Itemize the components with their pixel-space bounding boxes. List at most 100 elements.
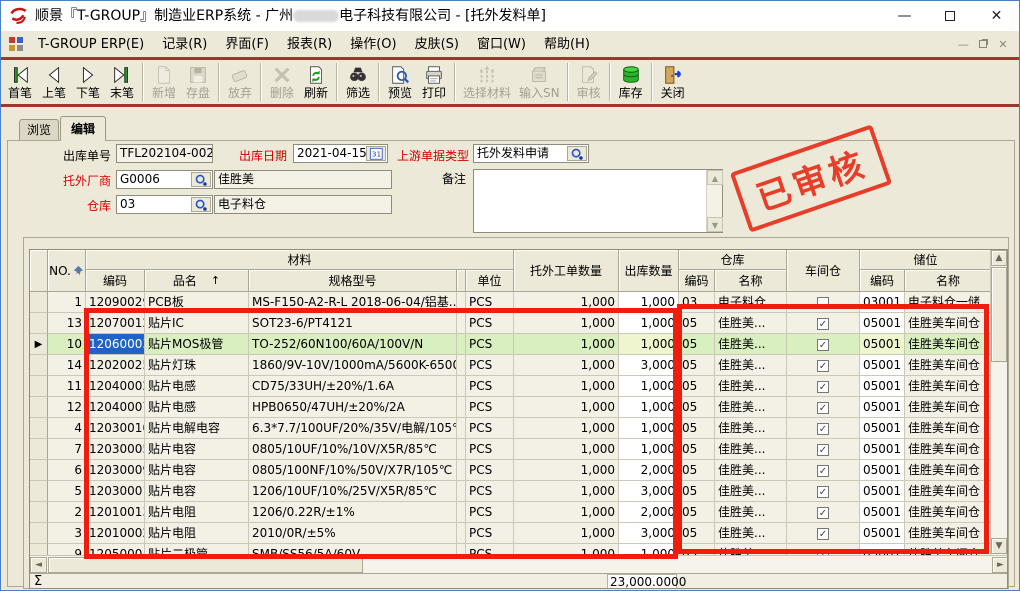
cell-workshop[interactable] [787,292,860,313]
cell-location-code[interactable]: 05001 [860,481,905,502]
cell-workshop[interactable]: ✓ [787,460,860,481]
cell-narrow[interactable] [457,292,466,313]
cell-workshop[interactable]: ✓ [787,376,860,397]
menu-item[interactable]: 报表(R) [278,32,341,58]
cell-wo-qty[interactable]: 1,000 [514,313,619,334]
cell-code[interactable]: 12040002 [86,376,145,397]
cell-no[interactable]: 7 [48,439,86,460]
cell-narrow[interactable] [457,460,466,481]
cell-location-name[interactable]: 佳胜美车间仓 [905,460,992,481]
cell-warehouse-code[interactable]: 05 [679,376,715,397]
cell-wo-qty[interactable]: 1,000 [514,502,619,523]
cell-spec[interactable]: HPB0650/47UH/±20%/2A [249,397,457,418]
cell-name[interactable]: PCB板 [145,292,249,313]
menu-item[interactable]: T-GROUP ERP(E) [29,32,153,58]
header-group-warehouse[interactable]: 仓库 [679,250,787,270]
cell-narrow[interactable] [457,544,466,555]
row-indicator[interactable] [30,502,48,523]
header-location-name[interactable]: 名称 [905,270,992,292]
cell-workshop[interactable]: ✓ [787,334,860,355]
cell-code[interactable]: 12030010 [86,418,145,439]
header-location-code[interactable]: 编码 [860,270,905,292]
cell-spec[interactable]: 6.3*7.7/100UF/20%/35V/电解/105℃ [249,418,457,439]
cell-location-name[interactable]: 佳胜美车间仓 [905,376,992,397]
row-indicator-current[interactable]: ▶ [30,334,48,355]
cell-location-name[interactable]: 佳胜美车间仓 [905,544,992,555]
table-row[interactable]: 1112040002贴片电感CD75/33UH/±20%/1.6APCS1,00… [30,376,992,397]
cell-code[interactable]: 12010002 [86,523,145,544]
row-indicator[interactable] [30,313,48,334]
cell-name[interactable]: 贴片电阻 [145,523,249,544]
row-indicator[interactable] [30,418,48,439]
cell-wo-qty[interactable]: 1,000 [514,292,619,313]
cell-name[interactable]: 贴片电解电容 [145,418,249,439]
table-row[interactable]: 612030009贴片电容0805/100NF/10%/50V/X7R/105℃… [30,460,992,481]
cell-location-name[interactable]: 佳胜美车间仓 [905,523,992,544]
scroll-up-icon[interactable]: ▲ [707,170,723,185]
row-indicator[interactable] [30,439,48,460]
cell-location-name[interactable]: 佳胜美车间仓 [905,418,992,439]
cell-name[interactable]: 贴片电容 [145,439,249,460]
header-narrow-clipped[interactable] [457,270,466,292]
vendor-code-field[interactable]: G0006 [116,170,213,189]
cell-warehouse-name[interactable]: 佳胜美... [715,523,787,544]
cell-workshop[interactable]: ✓ [787,418,860,439]
scroll-down-icon[interactable]: ▼ [707,217,723,232]
cell-narrow[interactable] [457,334,466,355]
menu-item[interactable]: 操作(O) [341,32,405,58]
header-wo-qty[interactable]: 托外工单数量 [514,250,619,292]
upstream-lookup-icon[interactable] [567,146,587,161]
cell-workshop[interactable]: ✓ [787,523,860,544]
cell-narrow[interactable] [457,397,466,418]
table-row[interactable]: 512030001贴片电容1206/10UF/10%/25V/X5R/85℃PC… [30,481,992,502]
cell-location-code[interactable]: 05001 [860,502,905,523]
cell-unit[interactable]: PCS [466,523,514,544]
table-row[interactable]: 112090029PCB板MS-F150-A2-R-L 2018-06-04/铝… [30,292,992,313]
cell-unit[interactable]: PCS [466,397,514,418]
cell-code[interactable]: 12090029 [86,292,145,313]
cell-location-name[interactable]: 佳胜美车间仓 [905,439,992,460]
cell-warehouse-name[interactable]: 佳胜美... [715,460,787,481]
toolbar-button-nav-last[interactable]: 末笔 [105,61,139,103]
cell-unit[interactable]: PCS [466,355,514,376]
cell-wo-qty[interactable]: 1,000 [514,460,619,481]
cell-out-qty[interactable]: 3,000 [619,481,679,502]
menu-item[interactable]: 帮助(H) [535,32,599,58]
remarks-textarea[interactable]: ▲ ▼ [473,169,723,233]
toolbar-button-filter[interactable]: 筛选 [341,61,375,103]
table-row[interactable]: 1412020025贴片灯珠1860/9V-10V/1000mA/5600K-6… [30,355,992,376]
cell-code[interactable]: 12030009 [86,460,145,481]
table-row[interactable]: 712030005贴片电容0805/10UF/10%/10V/X5R/85℃PC… [30,439,992,460]
cell-warehouse-code[interactable]: 03 [679,292,715,313]
toolbar-button-refresh[interactable]: 刷新 [299,61,333,103]
mdi-restore-icon[interactable] [975,32,991,58]
toolbar-button-print[interactable]: 打印 [417,61,451,103]
cell-out-qty[interactable]: 1,000 [619,544,679,555]
cell-location-code[interactable]: 05001 [860,460,905,481]
cell-location-name[interactable]: 佳胜美车间仓 [905,481,992,502]
cell-location-name[interactable]: 电子料仓一储 [905,292,992,313]
row-indicator[interactable] [30,376,48,397]
toolbar-button-nav-first[interactable]: 首笔 [3,61,37,103]
cell-no[interactable]: 13 [48,313,86,334]
cell-warehouse-code[interactable]: 05 [679,502,715,523]
cell-spec[interactable]: 1206/10UF/10%/25V/X5R/85℃ [249,481,457,502]
row-indicator[interactable] [30,397,48,418]
cell-warehouse-code[interactable]: 05 [679,313,715,334]
cell-no[interactable]: 3 [48,523,86,544]
cell-spec[interactable]: 1860/9V-10V/1000mA/5600K-6500K... [249,355,457,376]
cell-out-qty[interactable]: 1,000 [619,418,679,439]
cell-warehouse-name[interactable]: 佳胜美... [715,502,787,523]
cell-warehouse-code[interactable]: 05 [679,418,715,439]
cell-workshop[interactable]: ✓ [787,502,860,523]
cell-workshop[interactable]: ✓ [787,481,860,502]
warehouse-lookup-icon[interactable] [191,197,211,212]
table-row[interactable]: 212010013贴片电阻1206/0.22R/±1%PCS1,0002,000… [30,502,992,523]
cell-no[interactable]: 2 [48,502,86,523]
cell-warehouse-code[interactable]: 05 [679,544,715,555]
cell-location-name[interactable]: 佳胜美车间仓 [905,334,992,355]
cell-out-qty[interactable]: 3,000 [619,523,679,544]
cell-location-code[interactable]: 05001 [860,355,905,376]
cell-code[interactable]: 12040007 [86,397,145,418]
cell-narrow[interactable] [457,523,466,544]
